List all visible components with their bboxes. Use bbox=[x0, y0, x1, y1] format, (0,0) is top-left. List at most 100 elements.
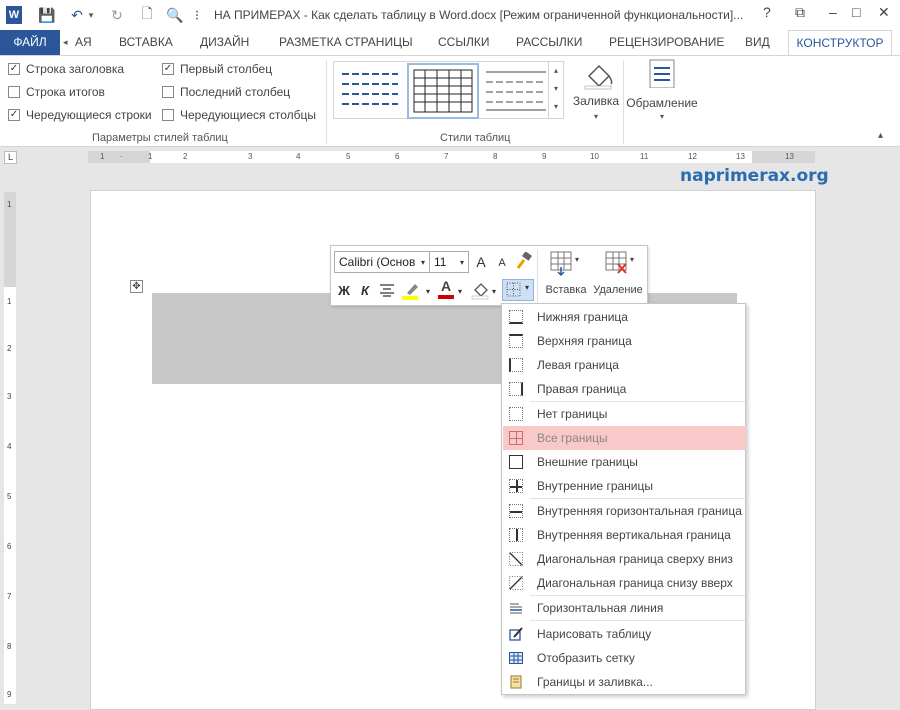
format-painter-icon[interactable] bbox=[515, 252, 533, 270]
checkbox[interactable]: ✓ bbox=[8, 63, 20, 75]
ribbon: ✓ Строка заголовка Строка итогов ✓ Чередую… bbox=[0, 55, 900, 147]
menu-item-diagonal-down[interactable]: Диагональная граница сверху вниз bbox=[503, 547, 746, 571]
menu-item-right-border[interactable]: Правая граница bbox=[503, 377, 746, 401]
grow-font-icon[interactable]: A bbox=[473, 253, 489, 271]
delete-button[interactable]: ▾ Удаление bbox=[590, 249, 646, 304]
tab-review[interactable]: РЕЦЕНЗИРОВАНИЕ bbox=[609, 30, 724, 55]
tab-partial[interactable]: АЯ bbox=[75, 30, 92, 55]
fill-button[interactable]: Заливка ▾ bbox=[571, 60, 621, 128]
shading-button[interactable] bbox=[470, 280, 490, 300]
menu-item-top-border[interactable]: Верхняя граница bbox=[503, 329, 746, 353]
save-icon[interactable]: 💾 bbox=[38, 6, 56, 24]
close-button[interactable]: ✕ bbox=[878, 4, 890, 21]
undo-dropdown-icon[interactable]: ▾ bbox=[86, 6, 96, 24]
menu-item-inside-vertical[interactable]: Внутренняя вертикальная граница bbox=[503, 523, 746, 547]
word-icon[interactable]: W bbox=[6, 6, 22, 24]
menu-item-left-border[interactable]: Левая граница bbox=[503, 353, 746, 377]
menu-item-outside-borders[interactable]: Внешние границы bbox=[503, 450, 746, 474]
menu-item-all-borders[interactable]: Все границы bbox=[503, 426, 746, 450]
table-style-thumbnails[interactable] bbox=[334, 62, 564, 120]
tab-design[interactable]: ДИЗАЙН bbox=[200, 30, 249, 55]
tab-table-design[interactable]: КОНСТРУКТОР bbox=[788, 30, 892, 56]
gallery-scroll[interactable]: ▴ ▾ ▾ bbox=[548, 61, 564, 119]
menu-item-label: Все границы bbox=[537, 431, 608, 445]
menu-item-draw-table[interactable]: Нарисовать таблицу bbox=[503, 622, 746, 646]
menu-separator bbox=[530, 620, 745, 621]
print-preview-icon[interactable]: 🔍 bbox=[166, 6, 184, 24]
table-styles-gallery[interactable] bbox=[333, 61, 563, 119]
italic-button[interactable]: К bbox=[358, 281, 372, 299]
vertical-ruler[interactable]: 1 1 2 3 4 5 6 7 8 9 bbox=[4, 192, 16, 704]
ruler-tick: 1 bbox=[148, 152, 153, 161]
bold-button[interactable]: Ж bbox=[336, 281, 352, 299]
ribbon-display-button[interactable]: ⧉ bbox=[795, 4, 805, 21]
checkbox[interactable] bbox=[162, 109, 174, 121]
new-document-icon[interactable]: 🗋 bbox=[138, 5, 156, 24]
border-all-icon bbox=[509, 431, 523, 445]
menu-item-label: Нет границы bbox=[537, 407, 608, 421]
menu-item-view-gridlines[interactable]: Отобразить сетку bbox=[503, 646, 746, 670]
ruler-tick: 12 bbox=[688, 152, 697, 161]
option-banded-columns[interactable]: Чередующиеся столбцы bbox=[162, 108, 316, 122]
align-center-icon[interactable] bbox=[379, 281, 395, 299]
table-move-handle-icon[interactable]: ✥ bbox=[130, 280, 143, 293]
tab-view[interactable]: ВИД bbox=[745, 30, 770, 55]
menu-item-bottom-border[interactable]: Нижняя граница bbox=[503, 305, 746, 329]
minimize-button[interactable]: – bbox=[829, 4, 837, 20]
menu-item-borders-shading[interactable]: Границы и заливка... bbox=[503, 670, 746, 694]
tab-references[interactable]: ССЫЛКИ bbox=[438, 30, 489, 55]
tab-mailings[interactable]: РАССЫЛКИ bbox=[516, 30, 582, 55]
icon-line bbox=[510, 486, 522, 488]
size-dropdown-icon[interactable]: ▾ bbox=[456, 251, 468, 273]
collapse-ribbon-icon[interactable]: ▴ bbox=[878, 130, 883, 141]
redo-icon[interactable]: ↻ bbox=[108, 6, 126, 24]
menu-item-horizontal-line[interactable]: Горизонтальная линия bbox=[503, 596, 746, 620]
ruler-tick: 2 bbox=[183, 152, 188, 161]
undo-icon[interactable]: ↶ bbox=[68, 6, 86, 24]
ruler-tick: 5 bbox=[346, 152, 351, 161]
font-color-button[interactable]: A bbox=[436, 279, 456, 301]
menu-item-inside-horizontal[interactable]: Внутренняя горизонтальная граница bbox=[503, 499, 746, 523]
border-inside-h-icon bbox=[509, 504, 523, 518]
borders-shading-svg bbox=[510, 675, 522, 689]
checkbox[interactable] bbox=[162, 86, 174, 98]
menu-item-no-border[interactable]: Нет границы bbox=[503, 402, 746, 426]
customize-qat-icon[interactable]: ⁝ bbox=[192, 6, 202, 24]
shrink-font-icon[interactable]: A bbox=[495, 255, 509, 271]
option-total-row[interactable]: Строка итогов bbox=[8, 85, 105, 99]
horizontal-ruler[interactable]: 1 · 1 2 3 4 5 6 7 8 9 10 11 12 13 13 bbox=[88, 151, 815, 163]
option-header-row[interactable]: ✓ Строка заголовка bbox=[8, 62, 124, 76]
highlight-button[interactable] bbox=[401, 281, 425, 301]
group-styles-label: Стили таблиц bbox=[440, 132, 511, 144]
highlight-dropdown-icon[interactable]: ▾ bbox=[424, 283, 432, 299]
tab-layout[interactable]: РАЗМЕТКА СТРАНИЦЫ bbox=[279, 30, 413, 55]
shading-dropdown-icon[interactable]: ▾ bbox=[490, 283, 498, 299]
group-separator bbox=[623, 60, 624, 144]
option-banded-rows[interactable]: ✓ Чередующиеся строки bbox=[8, 108, 152, 122]
option-first-column[interactable]: ✓ Первый столбец bbox=[162, 62, 272, 76]
menu-item-diagonal-up[interactable]: Диагональная граница снизу вверх bbox=[503, 571, 746, 595]
tab-insert[interactable]: ВСТАВКА bbox=[119, 30, 173, 55]
borders-button[interactable]: Обрамление ▾ bbox=[626, 58, 698, 128]
menu-item-label: Внутренняя горизонтальная граница bbox=[537, 504, 742, 518]
group-options-label: Параметры стилей таблиц bbox=[92, 132, 228, 144]
option-last-column[interactable]: Последний столбец bbox=[162, 85, 290, 99]
font-color-dropdown-icon[interactable]: ▾ bbox=[456, 283, 464, 299]
border-outside-icon bbox=[509, 455, 523, 469]
tab-scroll-left-icon[interactable]: ◂ bbox=[63, 30, 73, 55]
borders-mini-dropdown-icon: ▾ bbox=[525, 283, 530, 292]
borders-mini-button[interactable]: ▾ bbox=[502, 279, 534, 301]
diag-down-svg bbox=[509, 552, 523, 566]
help-button[interactable]: ? bbox=[763, 4, 771, 20]
tab-file[interactable]: ФАЙЛ bbox=[0, 30, 60, 55]
font-name-input[interactable]: Calibri (Основ bbox=[334, 251, 430, 273]
tab-selector[interactable]: L bbox=[4, 151, 17, 164]
option-label: Первый столбец bbox=[180, 62, 273, 76]
font-dropdown-icon[interactable]: ▾ bbox=[417, 251, 429, 273]
checkbox[interactable]: ✓ bbox=[162, 63, 174, 75]
checkbox[interactable]: ✓ bbox=[8, 109, 20, 121]
maximize-button[interactable]: □ bbox=[852, 4, 860, 20]
checkbox[interactable] bbox=[8, 86, 20, 98]
insert-button[interactable]: ▾ Вставка bbox=[541, 249, 591, 304]
menu-item-inside-borders[interactable]: Внутренние границы bbox=[503, 474, 746, 498]
